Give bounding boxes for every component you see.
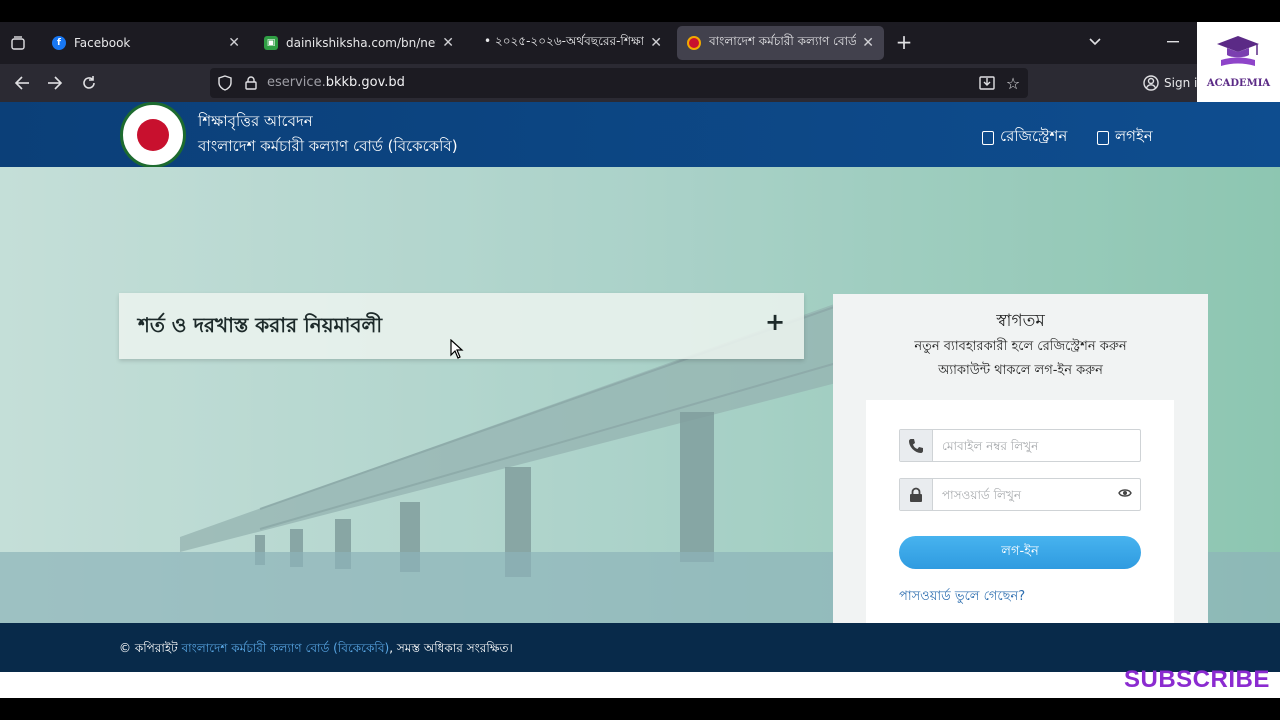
welcome-registration-text: নতুন ব্যাবহারকারী হলে রেজিস্ট্রেশন করুন — [914, 339, 1127, 354]
url-prefix: eservice. — [267, 75, 326, 90]
mobile-input[interactable] — [942, 436, 1122, 456]
url-host: bkkb.gov.bd — [325, 75, 405, 90]
bkkb-icon — [687, 36, 701, 50]
site-footer: © কপিরাইট বাংলাদেশ কর্মচারী কল্যাণ বোর্ড… — [0, 623, 1280, 672]
minimize-icon[interactable] — [1163, 32, 1183, 52]
reload-icon[interactable] — [78, 72, 100, 94]
close-icon[interactable]: ✕ — [228, 35, 240, 51]
address-bar[interactable]: eservice.bkkb.gov.bd ☆ — [210, 68, 1028, 98]
copyright-text: © কপিরাইট বাংলাদেশ কর্মচারী কল্যাণ বোর্ড… — [119, 640, 513, 660]
plus-icon[interactable]: + — [765, 308, 785, 336]
hero-background: শর্ত ও দরখাস্ত করার নিয়মাবলী + স্বাগতম … — [0, 167, 1280, 623]
academia-logo: ACADEMIA — [1197, 22, 1280, 104]
copyright-suffix: , সমস্ত অধিকার সংরক্ষিত। — [389, 641, 513, 655]
login-icon — [1097, 130, 1109, 145]
browser-nav-bar: eservice.bkkb.gov.bd ☆ Sign in — [0, 64, 1205, 102]
tab-title: Facebook — [74, 36, 131, 50]
login-link[interactable]: লগইন — [1097, 125, 1153, 150]
site-header: শিক্ষাবৃত্তির আবেদন বাংলাদেশ কর্মচারী কল… — [0, 102, 1280, 168]
web-page: শিক্ষাবৃত্তির আবেদন বাংলাদেশ কর্মচারী কল… — [0, 102, 1280, 672]
password-field[interactable] — [899, 478, 1141, 511]
tab-dainikshiksha[interactable]: ▣ dainikshiksha.com/bn/news/the ✕ — [254, 26, 464, 60]
close-icon[interactable]: ✕ — [442, 35, 454, 51]
tab-title: dainikshiksha.com/bn/news/the — [286, 36, 436, 50]
phone-icon — [900, 430, 933, 461]
login-form: লগ-ইন পাসওয়ার্ড ভুলে গেছেন? — [866, 400, 1174, 623]
academia-label: ACADEMIA — [1206, 78, 1271, 89]
password-input[interactable] — [942, 485, 1122, 505]
copyright-prefix: © কপিরাইট — [119, 641, 182, 655]
page-title: শিক্ষাবৃত্তির আবেদন — [198, 112, 313, 130]
tab-title: • ২০২৫-২০২৬-অর্থবছরের-শিক্ষা — [484, 34, 645, 48]
forward-icon[interactable] — [44, 72, 66, 94]
bkkb-footer-link[interactable]: বাংলাদেশ কর্মচারী কল্যাণ বোর্ড (বিকেকেবি… — [181, 641, 389, 655]
bangladesh-govt-emblem — [120, 102, 186, 168]
bookmark-star-icon[interactable]: ☆ — [1004, 74, 1022, 93]
shield-icon[interactable] — [216, 74, 234, 92]
new-tab-icon[interactable]: + — [894, 30, 914, 54]
video-bottom-strip — [0, 672, 1280, 698]
login-card: স্বাগতম নতুন ব্যাবহারকারী হলে রেজিস্ট্রে… — [833, 294, 1208, 623]
screen: f Facebook ✕ ▣ dainikshiksha.com/bn/news… — [0, 0, 1280, 720]
show-password-icon[interactable] — [1118, 487, 1132, 501]
close-icon[interactable]: ✕ — [650, 35, 662, 51]
mobile-field[interactable] — [899, 429, 1141, 462]
save-page-icon[interactable] — [978, 74, 996, 92]
tab-bkkb[interactable]: বাংলাদেশ কর্মচারী কল্যাণ বোর্ড ( ✕ — [677, 26, 884, 60]
registration-link[interactable]: রেজিস্ট্রেশন — [982, 125, 1067, 150]
tab-facebook[interactable]: f Facebook ✕ — [42, 26, 250, 60]
welcome-login-text: অ্যাকাউন্ট থাকলে লগ-ইন করুন — [938, 363, 1103, 378]
lock-icon — [900, 479, 933, 510]
mouse-cursor-icon — [450, 339, 464, 359]
close-icon[interactable]: ✕ — [862, 35, 874, 51]
welcome-heading: স্বাগতম — [996, 311, 1045, 331]
facebook-icon: f — [52, 36, 66, 50]
tab-list-icon[interactable] — [8, 33, 28, 53]
registration-icon — [982, 130, 994, 145]
url-text[interactable]: eservice.bkkb.gov.bd — [267, 75, 405, 90]
registration-label: রেজিস্ট্রেশন — [1000, 127, 1068, 145]
tab-budget-news[interactable]: • ২০২৫-২০২৬-অর্থবছরের-শিক্ষা ✕ — [474, 26, 672, 60]
subscribe-overlay[interactable]: SUBSCRIBE — [1124, 666, 1270, 694]
forgot-password-link[interactable]: পাসওয়ার্ড ভুলে গেছেন? — [899, 587, 1025, 608]
tab-title: বাংলাদেশ কর্মচারী কল্যাণ বোর্ড ( — [709, 34, 857, 48]
account-icon[interactable] — [1141, 73, 1161, 93]
lock-icon[interactable] — [242, 74, 260, 92]
graduation-cap-icon — [1217, 36, 1259, 66]
chevron-down-icon[interactable] — [1085, 32, 1105, 52]
browser-tab-bar: f Facebook ✕ ▣ dainikshiksha.com/bn/news… — [0, 22, 1197, 64]
dainikshiksha-icon: ▣ — [264, 36, 278, 50]
login-button[interactable]: লগ-ইন — [899, 536, 1141, 569]
login-label: লগইন — [1115, 127, 1153, 145]
accordion-title: শর্ত ও দরখাস্ত করার নিয়মাবলী — [138, 313, 383, 337]
back-icon[interactable] — [11, 72, 33, 94]
page-subtitle: বাংলাদেশ কর্মচারী কল্যাণ বোর্ড (বিকেকেবি… — [198, 137, 458, 155]
